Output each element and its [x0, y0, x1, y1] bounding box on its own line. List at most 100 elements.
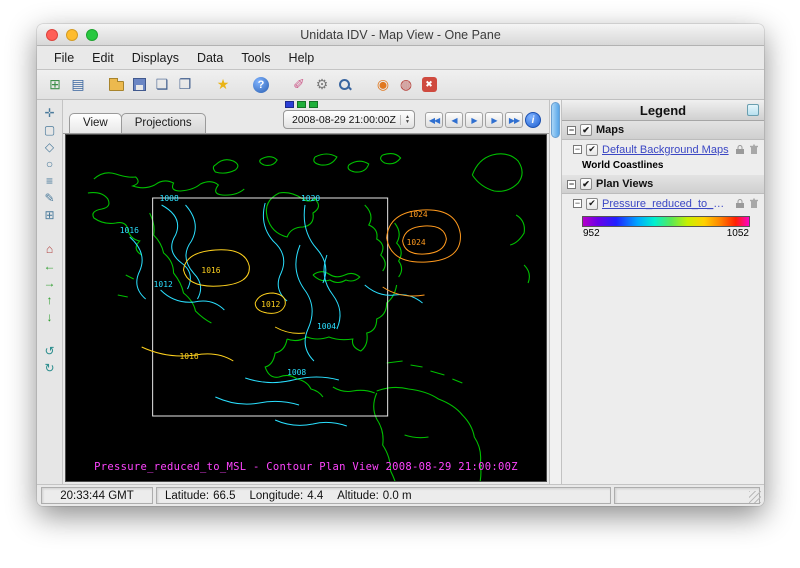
- select-region-icon[interactable]: ▢: [41, 122, 59, 138]
- open-favorites-folder-icon[interactable]: [106, 75, 126, 95]
- pressure-checkbox[interactable]: ✔: [586, 198, 598, 210]
- favorites-star-icon[interactable]: ★: [213, 75, 233, 95]
- menu-file[interactable]: File: [45, 51, 83, 65]
- legend-category-maps: − ✔ Maps: [562, 121, 764, 140]
- pan-up-icon[interactable]: ↑: [41, 292, 59, 308]
- world-coastlines-label: World Coastlines: [562, 159, 764, 175]
- paste-icon[interactable]: ❐: [175, 75, 195, 95]
- timestep-indicator[interactable]: [309, 101, 318, 108]
- menu-displays[interactable]: Displays: [123, 51, 188, 65]
- erase-icon[interactable]: ✐: [289, 75, 309, 95]
- undo-view-icon[interactable]: ↺: [41, 343, 59, 359]
- float-legend-icon[interactable]: [747, 104, 759, 116]
- time-dropdown[interactable]: 2008-08-29 21:00:00Z ▲ ▼: [283, 110, 415, 129]
- timestep-indicators[interactable]: [285, 101, 318, 108]
- altitude-value: 0.0 m: [383, 490, 412, 502]
- show-dashboard-icon[interactable]: ⊞: [45, 75, 65, 95]
- colorbar-min: 952: [583, 228, 600, 239]
- tab-view[interactable]: View: [69, 113, 122, 133]
- resize-grip[interactable]: [749, 491, 761, 503]
- contour-label: 1016: [120, 226, 139, 235]
- idv-globe-icon[interactable]: ◍: [396, 75, 416, 95]
- contour-labels: 1008 1016 1020 1012 1004 1008 1016 1012 …: [120, 194, 428, 377]
- rotate-view-icon[interactable]: ◇: [41, 139, 59, 155]
- time-spinner[interactable]: ▲ ▼: [400, 115, 414, 125]
- pan-down-icon[interactable]: ↓: [41, 309, 59, 325]
- collapse-icon[interactable]: −: [573, 145, 582, 154]
- legend-category-plan-views: − ✔ Plan Views: [562, 175, 764, 194]
- latitude-label: Latitude:: [165, 490, 209, 502]
- map-canvas: 1008 1016 1020 1012 1004 1008 1016 1012 …: [66, 135, 546, 481]
- vertical-scrollbar[interactable]: [549, 100, 562, 484]
- timestep-indicator[interactable]: [285, 101, 294, 108]
- pan-right-icon[interactable]: →: [41, 275, 59, 291]
- longitude-value: 4.4: [307, 490, 323, 502]
- scrollbar-thumb[interactable]: [551, 102, 560, 138]
- step-back-button[interactable]: ◀: [445, 112, 463, 128]
- menu-tools[interactable]: Tools: [232, 51, 279, 65]
- contour-label: 1024: [407, 238, 426, 247]
- trash-icon[interactable]: [749, 198, 759, 209]
- zoom-tool-icon[interactable]: ○: [41, 156, 59, 172]
- save-bundle-icon[interactable]: [129, 75, 149, 95]
- collapse-icon[interactable]: −: [573, 199, 582, 208]
- content-area: ✛ ▢ ◇ ○ ≡ ✎ ⊞ ⌂ ← → ↑ ↓ ↺ ↻ View Project…: [37, 100, 764, 484]
- toggle-grid-icon[interactable]: ⊞: [41, 207, 59, 223]
- view-toolbar: ✛ ▢ ◇ ○ ≡ ✎ ⊞ ⌂ ← → ↑ ↓ ↺ ↻: [37, 100, 63, 484]
- play-button[interactable]: ▶: [465, 112, 483, 128]
- minimize-window-button[interactable]: [66, 29, 78, 41]
- statusbar: 20:33:44 GMT Latitude: 66.5 Longitude: 4…: [37, 484, 764, 506]
- colorbar-labels: 952 1052: [582, 227, 750, 239]
- zoom-window-button[interactable]: [86, 29, 98, 41]
- latitude-value: 66.5: [213, 490, 235, 502]
- trash-icon[interactable]: [749, 144, 759, 155]
- item-row-icons: [735, 144, 759, 155]
- view-tabs: View Projections: [69, 113, 205, 133]
- contour-label: 1012: [261, 300, 280, 309]
- colorbar-container: 952 1052: [562, 213, 764, 239]
- copy-icon[interactable]: ❏: [152, 75, 172, 95]
- redo-view-icon[interactable]: ↻: [41, 360, 59, 376]
- menu-data[interactable]: Data: [188, 51, 232, 65]
- collapse-icon[interactable]: −: [567, 126, 576, 135]
- collapse-icon[interactable]: −: [567, 180, 576, 189]
- lock-icon[interactable]: [735, 144, 745, 155]
- pressure-display-link[interactable]: Pressure_reduced_to_M...: [602, 198, 731, 210]
- memory-display: [614, 487, 760, 504]
- go-to-end-button[interactable]: ▶▶: [505, 112, 523, 128]
- preferences-gear-icon[interactable]: ⚙: [312, 75, 332, 95]
- timestep-indicator[interactable]: [297, 101, 306, 108]
- background-maps-checkbox[interactable]: ✔: [586, 144, 598, 156]
- colorbar-max: 1052: [727, 228, 749, 239]
- lock-icon[interactable]: [735, 198, 745, 209]
- maps-visibility-checkbox[interactable]: ✔: [580, 124, 592, 136]
- go-to-start-button[interactable]: ◀◀: [425, 112, 443, 128]
- annotate-icon[interactable]: ✎: [41, 190, 59, 206]
- help-icon[interactable]: ?: [251, 75, 271, 95]
- find-data-icon[interactable]: [335, 75, 355, 95]
- menu-edit[interactable]: Edit: [83, 51, 123, 65]
- legend-title: Legend: [640, 103, 686, 118]
- spinner-down-icon[interactable]: ▼: [405, 120, 410, 125]
- cancel-loads-icon[interactable]: ✖: [419, 75, 439, 95]
- menu-help[interactable]: Help: [280, 51, 324, 65]
- view-list-icon[interactable]: ≡: [41, 173, 59, 189]
- stop-x-icon: ✖: [422, 77, 437, 92]
- step-forward-button[interactable]: ▶: [485, 112, 503, 128]
- map-display[interactable]: 1008 1016 1020 1012 1004 1008 1016 1012 …: [65, 134, 547, 482]
- support-icon[interactable]: ◉: [373, 75, 393, 95]
- close-window-button[interactable]: [46, 29, 58, 41]
- pan-left-icon[interactable]: ←: [41, 258, 59, 274]
- time-widget: 2008-08-29 21:00:00Z ▲ ▼: [283, 101, 415, 133]
- tab-projections[interactable]: Projections: [121, 113, 206, 133]
- pan-tool-icon[interactable]: ✛: [41, 105, 59, 121]
- contour-label: 1004: [317, 322, 336, 331]
- plan-views-visibility-checkbox[interactable]: ✔: [580, 178, 592, 190]
- data-chooser-icon[interactable]: ▤: [68, 75, 88, 95]
- item-row-icons: [735, 198, 759, 209]
- home-view-icon[interactable]: ⌂: [41, 241, 59, 257]
- contour-label: 1016: [201, 266, 220, 275]
- pressure-colorbar[interactable]: [582, 216, 750, 227]
- animation-properties-icon[interactable]: i: [525, 112, 541, 128]
- background-maps-link[interactable]: Default Background Maps: [602, 144, 731, 156]
